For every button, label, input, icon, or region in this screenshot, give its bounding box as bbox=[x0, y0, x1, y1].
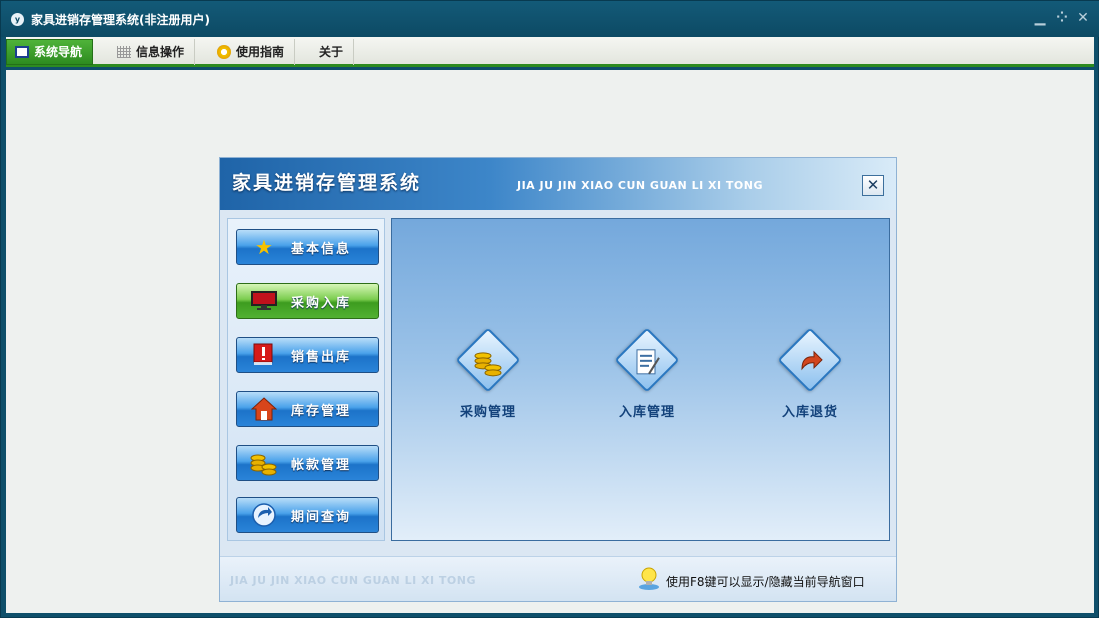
action-area: 采购管理 入库管理 入库退货 bbox=[391, 218, 890, 541]
nav-label: 销售出库 bbox=[291, 349, 352, 365]
title-bar: y 家具进销存管理系统(非注册用户) ▁ ⁘ ✕ bbox=[1, 1, 1099, 37]
diamond-tile bbox=[777, 327, 843, 393]
panel-title: 家具进销存管理系统 bbox=[232, 172, 422, 194]
coins-icon bbox=[465, 340, 511, 386]
alert-icon bbox=[249, 342, 279, 368]
hint-text: 使用F8键可以显示/隐藏当前导航窗口 bbox=[666, 575, 865, 589]
close-window-button[interactable]: ✕ bbox=[1074, 10, 1092, 26]
panel-footer: JIA JU JIN XIAO CUN GUAN LI XI TONG 使用F8… bbox=[220, 556, 896, 601]
tab-info-operations[interactable]: 信息操作 bbox=[109, 39, 196, 65]
panel-subtitle: JIA JU JIN XIAO CUN GUAN LI XI TONG bbox=[517, 179, 764, 192]
nav-sales-stock-out-button[interactable]: 销售出库 bbox=[236, 337, 379, 373]
home-icon bbox=[249, 396, 279, 422]
document-icon bbox=[624, 340, 670, 386]
tab-label: 系统导航 bbox=[34, 45, 83, 59]
footer-subtitle: JIA JU JIN XIAO CUN GUAN LI XI TONG bbox=[230, 574, 477, 587]
refresh-icon bbox=[249, 502, 279, 528]
return-arrow-icon bbox=[787, 340, 833, 386]
star-icon: ★ bbox=[255, 235, 273, 259]
nav-inventory-management-button[interactable]: 库存管理 bbox=[236, 391, 379, 427]
action-label: 采购管理 bbox=[459, 405, 516, 420]
grid-icon bbox=[117, 46, 131, 58]
panel-header: 家具进销存管理系统 JIA JU JIN XIAO CUN GUAN LI XI… bbox=[220, 158, 896, 210]
monitor-icon bbox=[249, 288, 279, 314]
tab-label: 关于 bbox=[319, 45, 344, 59]
nav-label: 采购入库 bbox=[291, 295, 352, 311]
nav-label: 库存管理 bbox=[291, 403, 352, 419]
action-stock-in-return[interactable]: 入库退货 bbox=[765, 327, 855, 420]
minimize-button[interactable]: ▁ bbox=[1031, 10, 1049, 26]
action-label: 入库退货 bbox=[781, 405, 838, 420]
tab-about[interactable]: 关于 bbox=[311, 39, 355, 65]
diamond-tile bbox=[614, 327, 680, 393]
tab-label: 信息操作 bbox=[136, 45, 185, 59]
diamond-tile bbox=[455, 327, 521, 393]
nav-label: 期间查询 bbox=[291, 509, 352, 525]
panel-close-button[interactable]: ✕ bbox=[862, 175, 884, 196]
app-logo-icon: y bbox=[11, 13, 24, 26]
action-label: 入库管理 bbox=[618, 405, 675, 420]
side-navigation: ★ 基本信息 采购入库 销售出库 库存管理 帐款管理 期间查询 bbox=[227, 218, 385, 541]
action-stock-in-management[interactable]: 入库管理 bbox=[602, 327, 692, 420]
nav-accounts-management-button[interactable]: 帐款管理 bbox=[236, 445, 379, 481]
tab-label: 使用指南 bbox=[236, 45, 285, 59]
nav-purchase-stock-in-button[interactable]: 采购入库 bbox=[236, 283, 379, 319]
coins-icon bbox=[249, 450, 279, 476]
app-window: y 家具进销存管理系统(非注册用户) ▁ ⁘ ✕ 系统导航 信息操作 使用指南 … bbox=[0, 0, 1099, 618]
nav-basic-info-button[interactable]: ★ 基本信息 bbox=[236, 229, 379, 265]
main-toolbar: 系统导航 信息操作 使用指南 关于 bbox=[6, 37, 1094, 67]
tab-user-guide[interactable]: 使用指南 bbox=[209, 39, 296, 65]
restore-button[interactable]: ⁘ bbox=[1053, 10, 1071, 26]
tab-system-navigation[interactable]: 系统导航 bbox=[6, 39, 94, 65]
nav-label: 基本信息 bbox=[291, 241, 352, 257]
lightbulb-icon bbox=[638, 567, 659, 590]
window-title: 家具进销存管理系统(非注册用户) bbox=[31, 13, 210, 27]
nav-period-query-button[interactable]: 期间查询 bbox=[236, 497, 379, 533]
action-purchase-management[interactable]: 采购管理 bbox=[443, 327, 533, 420]
clock-icon bbox=[217, 45, 231, 59]
navigation-panel: 家具进销存管理系统 JIA JU JIN XIAO CUN GUAN LI XI… bbox=[219, 157, 897, 602]
nav-label: 帐款管理 bbox=[291, 457, 352, 473]
monitor-icon bbox=[15, 46, 29, 58]
